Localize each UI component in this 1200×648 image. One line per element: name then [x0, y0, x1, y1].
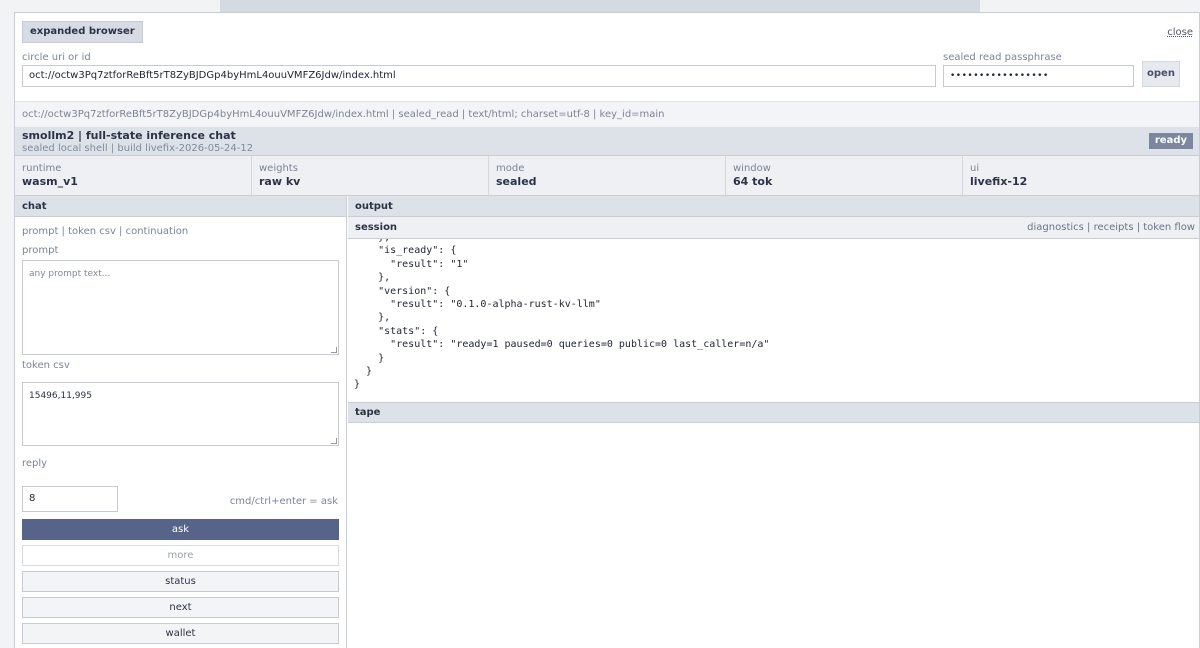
stat-window: window 64 tok: [726, 156, 963, 195]
stat-value: wasm_v1: [22, 175, 78, 188]
session-output: }, "is_ready": { "result": "1" }, "versi…: [348, 239, 1199, 402]
session-links[interactable]: diagnostics | receipts | token flow: [1027, 217, 1195, 239]
panel-title-badge: expanded browser: [22, 21, 143, 43]
chat-mode-tabs[interactable]: prompt | token csv | continuation: [22, 226, 188, 237]
tape-heading: tape: [348, 402, 1199, 423]
output-column: output session diagnostics | receipts | …: [348, 196, 1199, 648]
app-titlebar: smollm2 | full-state inference chat seal…: [15, 127, 1199, 155]
passphrase-input[interactable]: •••••••••••••••••: [943, 65, 1134, 87]
reply-input[interactable]: 8: [22, 486, 118, 512]
stat-runtime: runtime wasm_v1: [15, 156, 252, 195]
resize-handle-icon[interactable]: [331, 347, 337, 353]
stat-weights: weights raw kv: [252, 156, 489, 195]
uri-input[interactable]: oct://octw3Pq7ztforReBft5rT8ZyBJDGp4byHm…: [22, 65, 936, 87]
stat-key: runtime: [22, 163, 62, 174]
app-title: smollm2 | full-state inference chat: [22, 129, 236, 142]
ask-button[interactable]: ask: [22, 519, 339, 540]
prompt-label: prompt: [22, 245, 59, 256]
status-button[interactable]: status: [22, 571, 339, 592]
uri-label: circle uri or id: [22, 52, 91, 63]
session-bar: session diagnostics | receipts | token f…: [348, 217, 1199, 239]
stat-mode: mode sealed: [489, 156, 726, 195]
token-csv-label: token csv: [22, 360, 70, 371]
stat-key: weights: [259, 163, 298, 174]
close-link[interactable]: close: [1167, 27, 1193, 38]
prompt-placeholder: any prompt text...: [29, 269, 111, 279]
token-csv-textarea[interactable]: 15496,11,995: [22, 382, 339, 446]
resize-handle-icon[interactable]: [331, 438, 337, 444]
stat-value: 64 tok: [733, 175, 773, 188]
stat-key: window: [733, 163, 771, 174]
stat-value: raw kv: [259, 175, 301, 188]
resolved-path: oct://octw3Pq7ztforReBft5rT8ZyBJDGp4byHm…: [15, 101, 1199, 127]
chat-column: chat prompt | token csv | continuation p…: [15, 196, 347, 648]
expanded-browser-panel: expanded browser close circle uri or id …: [14, 12, 1200, 648]
wallet-button[interactable]: wallet: [22, 623, 339, 644]
stat-value: livefix-12: [970, 175, 1028, 188]
reply-label: reply: [22, 458, 48, 469]
next-button[interactable]: next: [22, 597, 339, 618]
stat-ui: ui livefix-12: [963, 156, 1199, 195]
status-badge: ready: [1148, 133, 1193, 149]
more-button[interactable]: more: [22, 545, 339, 566]
shortcut-hint: cmd/ctrl+enter = ask: [229, 496, 338, 507]
chat-heading: chat: [15, 196, 346, 217]
stats-row: runtime wasm_v1 weights raw kv mode seal…: [15, 155, 1199, 196]
output-heading: output: [348, 196, 1199, 217]
top-bar: [220, 0, 980, 12]
token-csv-value: 15496,11,995: [29, 391, 92, 401]
session-label: session: [355, 222, 398, 233]
app-subtitle: sealed local shell | build livefix-2026-…: [22, 143, 254, 154]
stat-value: sealed: [496, 175, 537, 188]
session-json: }, "is_ready": { "result": "1" }, "versi…: [354, 239, 770, 391]
prompt-textarea[interactable]: any prompt text...: [22, 260, 339, 355]
passphrase-label: sealed read passphrase: [943, 52, 1062, 63]
stat-key: ui: [970, 163, 980, 174]
stat-key: mode: [496, 163, 525, 174]
open-button[interactable]: open: [1142, 61, 1180, 87]
